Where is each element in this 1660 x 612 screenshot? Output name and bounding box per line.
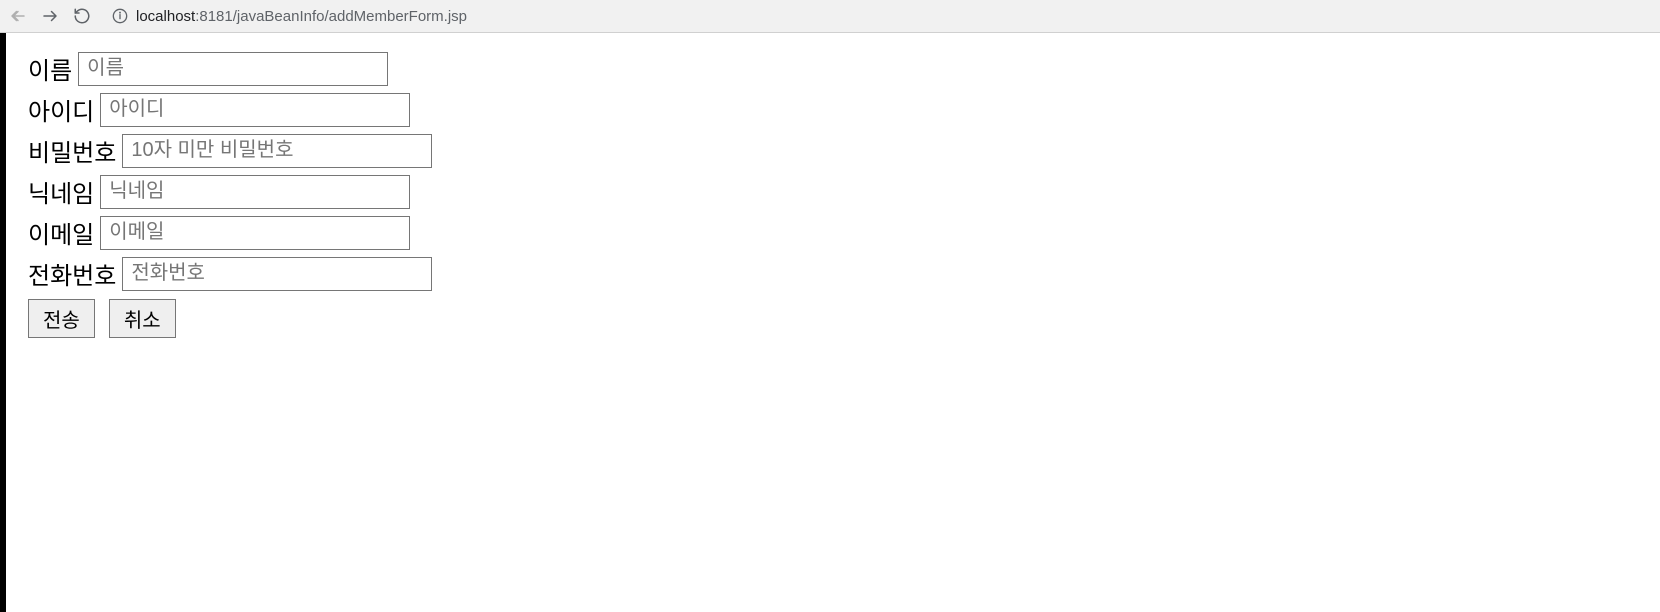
- form-row-email: 이메일: [28, 215, 1638, 250]
- cancel-button[interactable]: 취소: [109, 299, 176, 338]
- input-password[interactable]: [122, 134, 432, 168]
- browser-toolbar: localhost:8181/javaBeanInfo/addMemberFor…: [0, 0, 1660, 33]
- label-id: 아이디: [28, 92, 94, 127]
- input-id[interactable]: [100, 93, 410, 127]
- label-password: 비밀번호: [28, 133, 116, 168]
- form-row-name: 이름: [28, 51, 1638, 86]
- input-phone[interactable]: [122, 257, 432, 291]
- label-name: 이름: [28, 51, 72, 86]
- input-email[interactable]: [100, 216, 410, 250]
- url-text: localhost:8181/javaBeanInfo/addMemberFor…: [136, 8, 467, 25]
- input-name[interactable]: [78, 52, 388, 86]
- form-row-id: 아이디: [28, 92, 1638, 127]
- label-nickname: 닉네임: [28, 174, 94, 209]
- url-host: localhost: [136, 8, 195, 25]
- back-icon[interactable]: [8, 6, 28, 26]
- form-row-nickname: 닉네임: [28, 174, 1638, 209]
- info-icon: [112, 8, 128, 24]
- url-rest: :8181/javaBeanInfo/addMemberForm.jsp: [195, 8, 467, 25]
- forward-icon[interactable]: [40, 6, 60, 26]
- input-nickname[interactable]: [100, 175, 410, 209]
- page-content: 이름 아이디 비밀번호 닉네임 이메일 전화번호 전송 취소: [0, 33, 1660, 612]
- button-row: 전송 취소: [28, 299, 1638, 338]
- label-phone: 전화번호: [28, 256, 116, 291]
- submit-button[interactable]: 전송: [28, 299, 95, 338]
- form-row-phone: 전화번호: [28, 256, 1638, 291]
- label-email: 이메일: [28, 215, 94, 250]
- form-row-password: 비밀번호: [28, 133, 1638, 168]
- address-bar[interactable]: localhost:8181/javaBeanInfo/addMemberFor…: [104, 8, 1652, 25]
- reload-icon[interactable]: [72, 6, 92, 26]
